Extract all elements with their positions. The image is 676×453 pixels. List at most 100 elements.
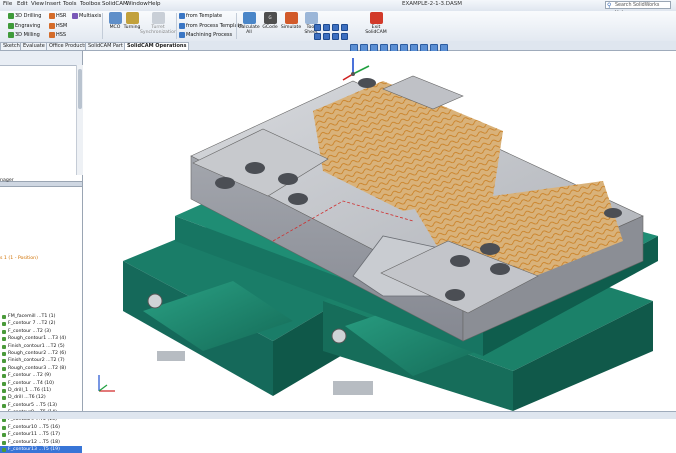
template-icon — [179, 13, 185, 19]
view-icon[interactable] — [332, 33, 339, 40]
menu-view[interactable]: View — [31, 1, 44, 7]
menu-file[interactable]: File — [3, 1, 12, 7]
operation-tree-item[interactable]: Rough_contour1 ...T3 (4) — [0, 335, 82, 342]
menu-insert[interactable]: Insert — [45, 1, 61, 7]
operation-tree-item[interactable]: D_drill_1 ...T6 (11) — [0, 387, 82, 394]
hsr-icon — [49, 13, 55, 19]
operation-tree-item[interactable]: Rough_contour3 ...T2 (8) — [0, 365, 82, 372]
3d-drilling-button[interactable]: 3D Drilling — [8, 13, 41, 19]
operation-tree-item[interactable]: F_contour10 ...T5 (16) — [0, 424, 82, 431]
operation-tree-item[interactable]: F_contour 7 ...T2 (2) — [0, 320, 82, 327]
from-template-button[interactable]: from Template — [179, 13, 222, 19]
exit-solidcam-label: Exit SolidCAM — [365, 25, 387, 35]
operation-icon — [2, 322, 6, 327]
turning-label: Turning — [123, 25, 141, 30]
gcode-label: GCode — [262, 25, 278, 30]
calculate-all-label: Calculate All — [238, 25, 260, 35]
tab-solidcam-operations[interactable]: SolidCAM Operations — [124, 42, 190, 50]
operation-tree-item[interactable]: F_contour ...T4 (10) — [0, 380, 82, 387]
operation-icon — [2, 418, 6, 423]
help-search-input[interactable]: ⚲ Search SolidWorks Help — [605, 1, 671, 16]
operation-icon — [2, 351, 6, 356]
view-orientation-triad-icon — [98, 375, 115, 392]
operation-icon — [2, 374, 6, 379]
mco-icon — [108, 12, 122, 24]
cad-model-scene — [123, 75, 658, 411]
search-icon: ⚲ — [607, 2, 612, 9]
3d-milling-label: 3D Milling — [15, 32, 40, 38]
view-icon[interactable] — [314, 33, 321, 40]
operation-label: D_drill ...T6 (12) — [8, 395, 46, 401]
view-icon[interactable] — [323, 33, 330, 40]
view-icon[interactable] — [323, 24, 330, 31]
operation-tree-item[interactable]: F_contour ...T2 (9) — [0, 372, 82, 379]
graphics-viewport[interactable] — [83, 51, 676, 411]
operation-icon — [2, 448, 6, 453]
operation-tree-item[interactable]: F_contour ...T2 (3) — [0, 328, 82, 335]
operation-tree-item[interactable]: Rough_contour2 ...T2 (6) — [0, 350, 82, 357]
menu-edit[interactable]: Edit — [17, 1, 28, 7]
tab-office-products[interactable]: Office Products — [46, 42, 90, 50]
tab-evaluate[interactable]: Evaluate — [20, 42, 48, 50]
turret-sync-button[interactable]: Turret Synchronization — [140, 12, 177, 39]
manager-label: nager — [0, 178, 14, 183]
calculate-all-button[interactable]: Calculate All — [238, 12, 260, 39]
3d-milling-button[interactable]: 3D Milling — [8, 32, 40, 38]
gcode-icon: G — [263, 12, 277, 24]
operation-label: Finish_contour1 ...T2 (5) — [8, 343, 65, 349]
operation-tree-item[interactable]: D_drill ...T6 (12) — [0, 394, 82, 401]
simulate-button[interactable]: Simulate — [280, 12, 302, 39]
multiaxis-button[interactable]: Multiaxis — [72, 13, 101, 19]
operation-icon — [2, 381, 6, 386]
operation-tree-item[interactable]: Finish_contour2 ...T2 (7) — [0, 357, 82, 364]
view-icon[interactable] — [341, 33, 348, 40]
operation-tree-item[interactable]: Finish_contour1 ...T2 (5) — [0, 343, 82, 350]
hss-icon — [49, 32, 55, 38]
exit-solidcam-button[interactable]: Exit SolidCAM — [365, 12, 387, 39]
menu-toolbox[interactable]: Toolbox — [80, 1, 101, 7]
drill-icon — [8, 13, 14, 19]
operation-label: Finish_contour2 ...T2 (7) — [8, 358, 65, 364]
panel-scrollbar[interactable] — [76, 65, 83, 175]
multiaxis-label: Multiaxis — [79, 13, 102, 19]
engraving-label: Engraving — [15, 23, 41, 29]
operation-tree-item[interactable]: F_contour5 ...T5 (13) — [0, 402, 82, 409]
menu-solidcam[interactable]: SolidCAM — [102, 1, 128, 7]
operation-label: Rough_contour1 ...T3 (4) — [8, 336, 67, 342]
operation-icon — [2, 403, 6, 408]
machining-process-label: Machining Process — [186, 32, 233, 38]
operation-label: F_contour5 ...T5 (13) — [8, 402, 57, 408]
operation-label: Rough_contour2 ...T2 (6) — [8, 350, 67, 356]
hsr-button[interactable]: HSR — [49, 13, 66, 19]
operation-tree-item[interactable]: FM_facemill ...T1 (1) — [0, 313, 82, 320]
hsm-button[interactable]: HSM — [49, 23, 67, 29]
operation-tree-item[interactable]: F_contour13 ...T5 (19) — [0, 446, 82, 453]
tab-solidcam-part[interactable]: SolidCAM Part — [85, 42, 126, 50]
menu-help[interactable]: Help — [148, 1, 161, 7]
machining-process-button[interactable]: Machining Process — [179, 32, 232, 38]
operation-tree-item[interactable]: F_contour12 ...T5 (18) — [0, 439, 82, 446]
scrollbar-thumb[interactable] — [78, 69, 82, 109]
panel-header — [0, 51, 82, 66]
operation-icon — [2, 433, 6, 438]
hsr-label: HSR — [56, 13, 67, 19]
operation-icon — [2, 366, 6, 371]
hss-label: HSS — [56, 32, 67, 38]
hss-button[interactable]: HSS — [49, 32, 66, 38]
view-icon[interactable] — [332, 24, 339, 31]
gcode-button[interactable]: G GCode — [259, 12, 281, 39]
operation-tree-item[interactable]: F_contour11 ...T5 (17) — [0, 431, 82, 438]
view-icon[interactable] — [314, 24, 321, 31]
engraving-button[interactable]: Engraving — [8, 23, 40, 29]
operation-icon — [2, 396, 6, 401]
menu-tools[interactable]: Tools — [63, 1, 77, 7]
turning-icon — [125, 12, 139, 24]
mill-setup-label[interactable]: s 1 (1 - Position) — [0, 256, 38, 261]
multiaxis-icon — [72, 13, 78, 19]
from-process-template-button[interactable]: from Process Template — [179, 23, 243, 29]
feature-manager-panel: nager s 1 (1 - Position) FM_facemill ...… — [0, 51, 83, 453]
from-template-label: from Template — [186, 13, 223, 19]
menu-window[interactable]: Window — [126, 1, 148, 7]
turret-sync-label: Turret Synchronization — [140, 25, 177, 35]
view-icon[interactable] — [341, 24, 348, 31]
